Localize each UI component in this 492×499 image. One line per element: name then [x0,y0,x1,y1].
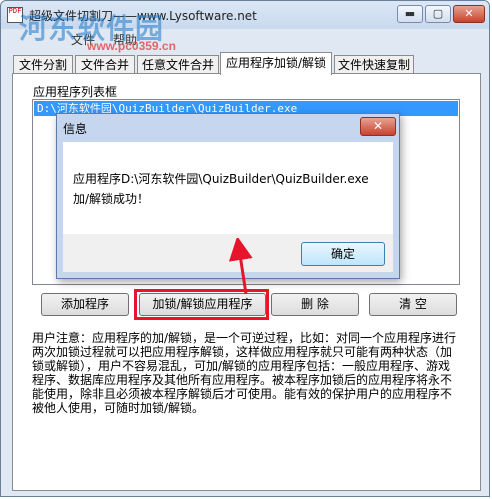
list-label: 应用程序列表框 [33,85,118,99]
tab-any-file-merge[interactable]: 任意文件合并 [137,55,219,74]
tab-app-lock-unlock[interactable]: 应用程序加锁/解锁 [220,52,332,75]
tab-file-split[interactable]: 文件分割 [13,55,73,74]
minimize-button[interactable]: ▬ [397,5,423,23]
delete-button[interactable]: 删 除 [271,293,359,316]
tab-fast-copy[interactable]: 文件快速复制 [334,55,414,74]
dialog-message-status: 加/解锁成功！ [73,192,150,206]
watermark-url: www.pc0359.cn [87,39,176,53]
tab-file-merge[interactable]: 文件合并 [75,55,135,74]
close-button[interactable]: ✕ [453,5,485,23]
dialog-title: 信息 [63,122,88,136]
maximize-button[interactable]: ▢ [425,5,451,23]
red-arrow-icon [228,238,253,295]
dialog-close-button[interactable]: ✕ [360,117,396,136]
clear-button[interactable]: 清 空 [369,293,457,316]
user-notice-text: 用户注意：应用程序的加/解锁，是一个可逆过程，比如：对同一个应用程序进行两次加锁… [32,331,457,415]
add-program-button[interactable]: 添加程序 [41,293,129,316]
dialog-body: 应用程序D:\河东软件园\QuizBuilder\QuizBuilder.exe… [63,142,393,234]
dialog-message-path: 应用程序D:\河东软件园\QuizBuilder\QuizBuilder.exe [73,172,369,186]
ok-button[interactable]: 确定 [301,242,385,266]
